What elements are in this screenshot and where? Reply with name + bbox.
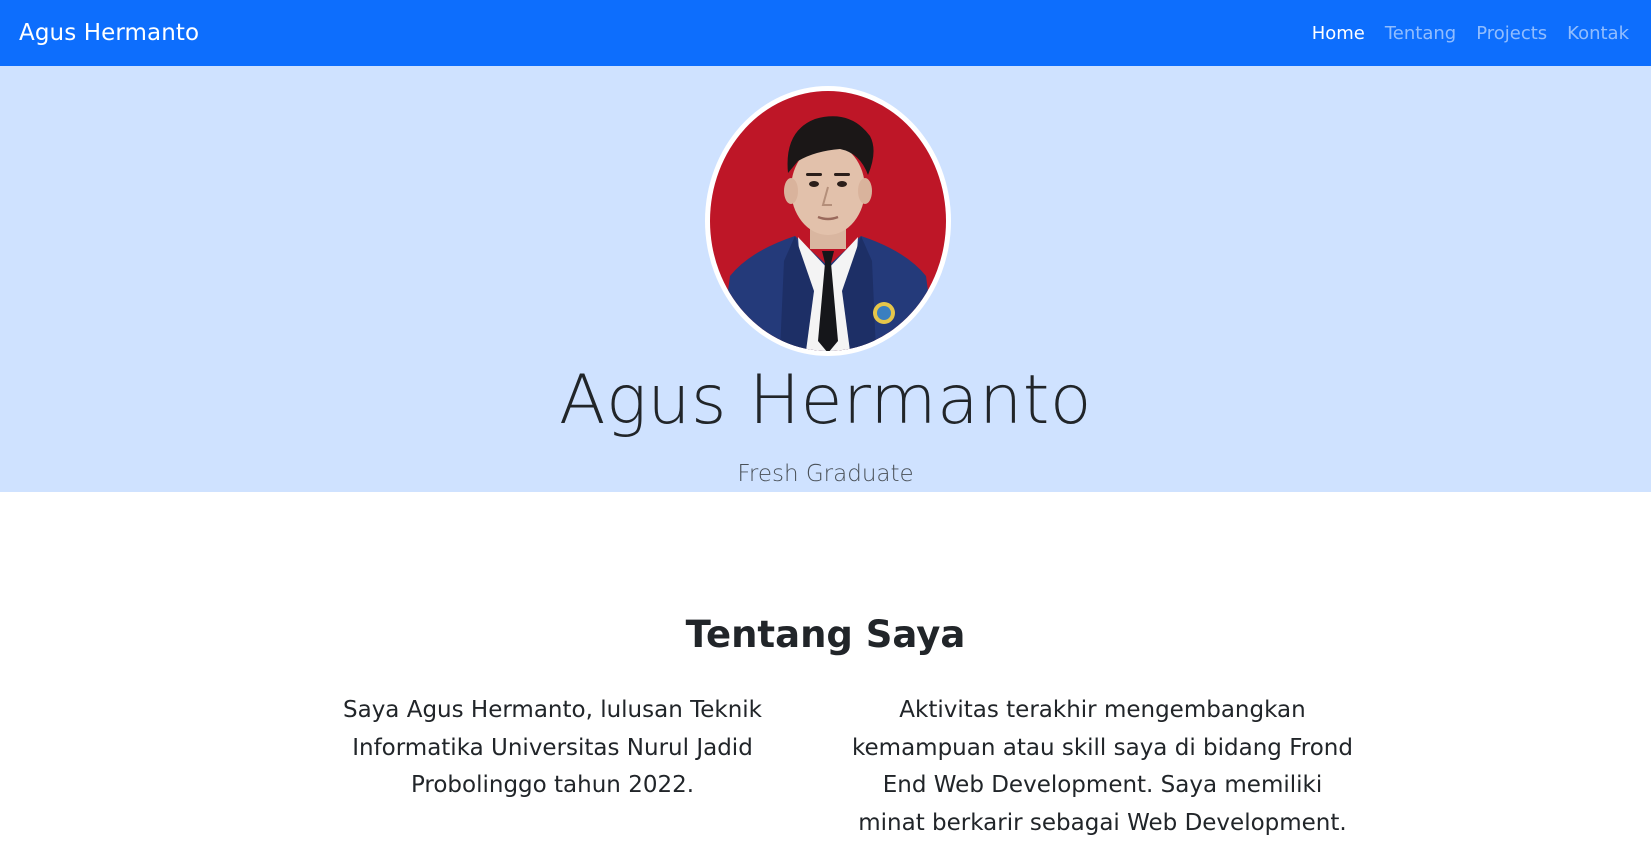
hero-name: Agus Hermanto <box>559 361 1092 440</box>
navbar: Agus Hermanto Home Tentang Projects Kont… <box>0 0 1651 66</box>
hero-subtitle: Fresh Graduate <box>737 461 914 487</box>
nav-link-tentang[interactable]: Tentang <box>1385 23 1456 44</box>
nav-links: Home Tentang Projects Kontak <box>1312 23 1629 44</box>
about-right-text: Aktivitas terakhir mengembangkan kemampu… <box>852 697 1353 836</box>
profile-photo <box>705 86 951 356</box>
about-title: Tentang Saya <box>685 613 966 656</box>
nav-link-home[interactable]: Home <box>1312 23 1365 44</box>
navbar-brand[interactable]: Agus Hermanto <box>19 20 199 46</box>
nav-link-kontak[interactable]: Kontak <box>1567 23 1629 44</box>
hero-section: Agus Hermanto Fresh Graduate <box>0 66 1651 492</box>
nav-link-projects[interactable]: Projects <box>1476 23 1547 44</box>
about-left-text: Saya Agus Hermanto, lulusan Teknik Infor… <box>343 697 762 798</box>
profile-photo-illustration <box>710 91 946 351</box>
